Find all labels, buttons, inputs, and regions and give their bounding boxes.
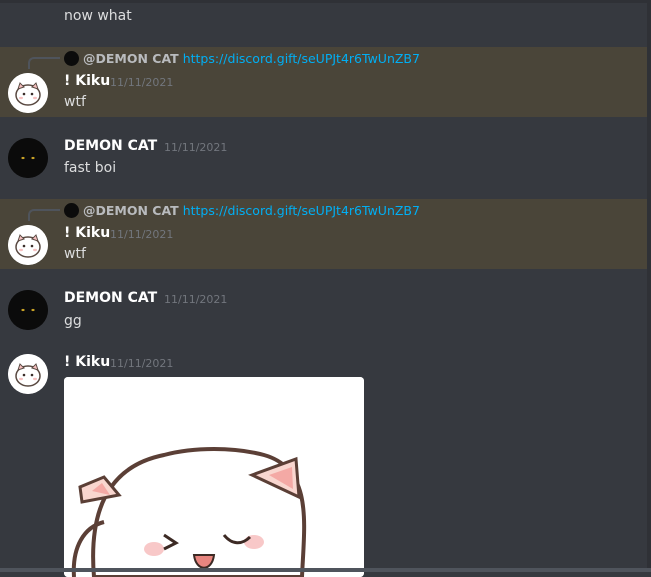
timestamp: 11/11/2021: [110, 228, 174, 241]
white-cat-avatar-icon[interactable]: [8, 73, 48, 113]
image-attachment[interactable]: [64, 377, 364, 577]
message-continuation: now what: [0, 0, 647, 44]
author-name[interactable]: ! Kiku: [64, 225, 110, 241]
reply-link[interactable]: https://discord.gift/seUPJt4r6TwUnZB7: [183, 51, 420, 66]
white-cat-avatar-icon[interactable]: [8, 225, 48, 265]
message-text: gg: [64, 313, 82, 329]
timestamp: 11/11/2021: [164, 141, 228, 154]
reply-avatar-icon: [64, 202, 79, 218]
reply-preview[interactable]: @DEMON CAT https://discord.gift/seUPJt4r…: [64, 50, 420, 66]
author-name[interactable]: ! Kiku: [64, 73, 110, 89]
horizontal-divider: [0, 568, 651, 572]
author-name[interactable]: DEMON CAT: [64, 290, 157, 306]
author-name[interactable]: ! Kiku: [64, 354, 110, 370]
message-text: fast boi: [64, 160, 117, 176]
reply-link[interactable]: https://discord.gift/seUPJt4r6TwUnZB7: [183, 203, 420, 218]
message-text: now what: [64, 8, 132, 24]
reply-connector: [28, 57, 60, 69]
timestamp: 11/11/2021: [110, 76, 174, 89]
timestamp: 11/11/2021: [110, 357, 174, 370]
message-text: wtf: [64, 246, 86, 262]
black-cat-avatar-icon[interactable]: [8, 290, 48, 330]
reply-preview[interactable]: @DEMON CAT https://discord.gift/seUPJt4r…: [64, 202, 420, 218]
white-cat-avatar-icon[interactable]: [8, 354, 48, 394]
scrollbar-track[interactable]: [647, 0, 651, 572]
message-text: wtf: [64, 94, 86, 110]
black-cat-avatar-icon[interactable]: [8, 138, 48, 178]
reply-avatar-icon: [64, 50, 79, 66]
cat-sticker-image: [64, 377, 364, 577]
message-reply-kiku: @DEMON CAT https://discord.gift/seUPJt4r…: [0, 199, 647, 269]
author-name[interactable]: DEMON CAT: [64, 138, 157, 154]
message-demon-cat: DEMON CAT 11/11/2021 gg: [0, 282, 647, 338]
message-reply-kiku: @DEMON CAT https://discord.gift/seUPJt4r…: [0, 47, 647, 117]
reply-mention[interactable]: @DEMON CAT: [83, 51, 179, 66]
timestamp: 11/11/2021: [164, 293, 228, 306]
reply-connector: [28, 209, 60, 221]
message-demon-cat: DEMON CAT 11/11/2021 fast boi: [0, 130, 647, 186]
reply-mention[interactable]: @DEMON CAT: [83, 203, 179, 218]
